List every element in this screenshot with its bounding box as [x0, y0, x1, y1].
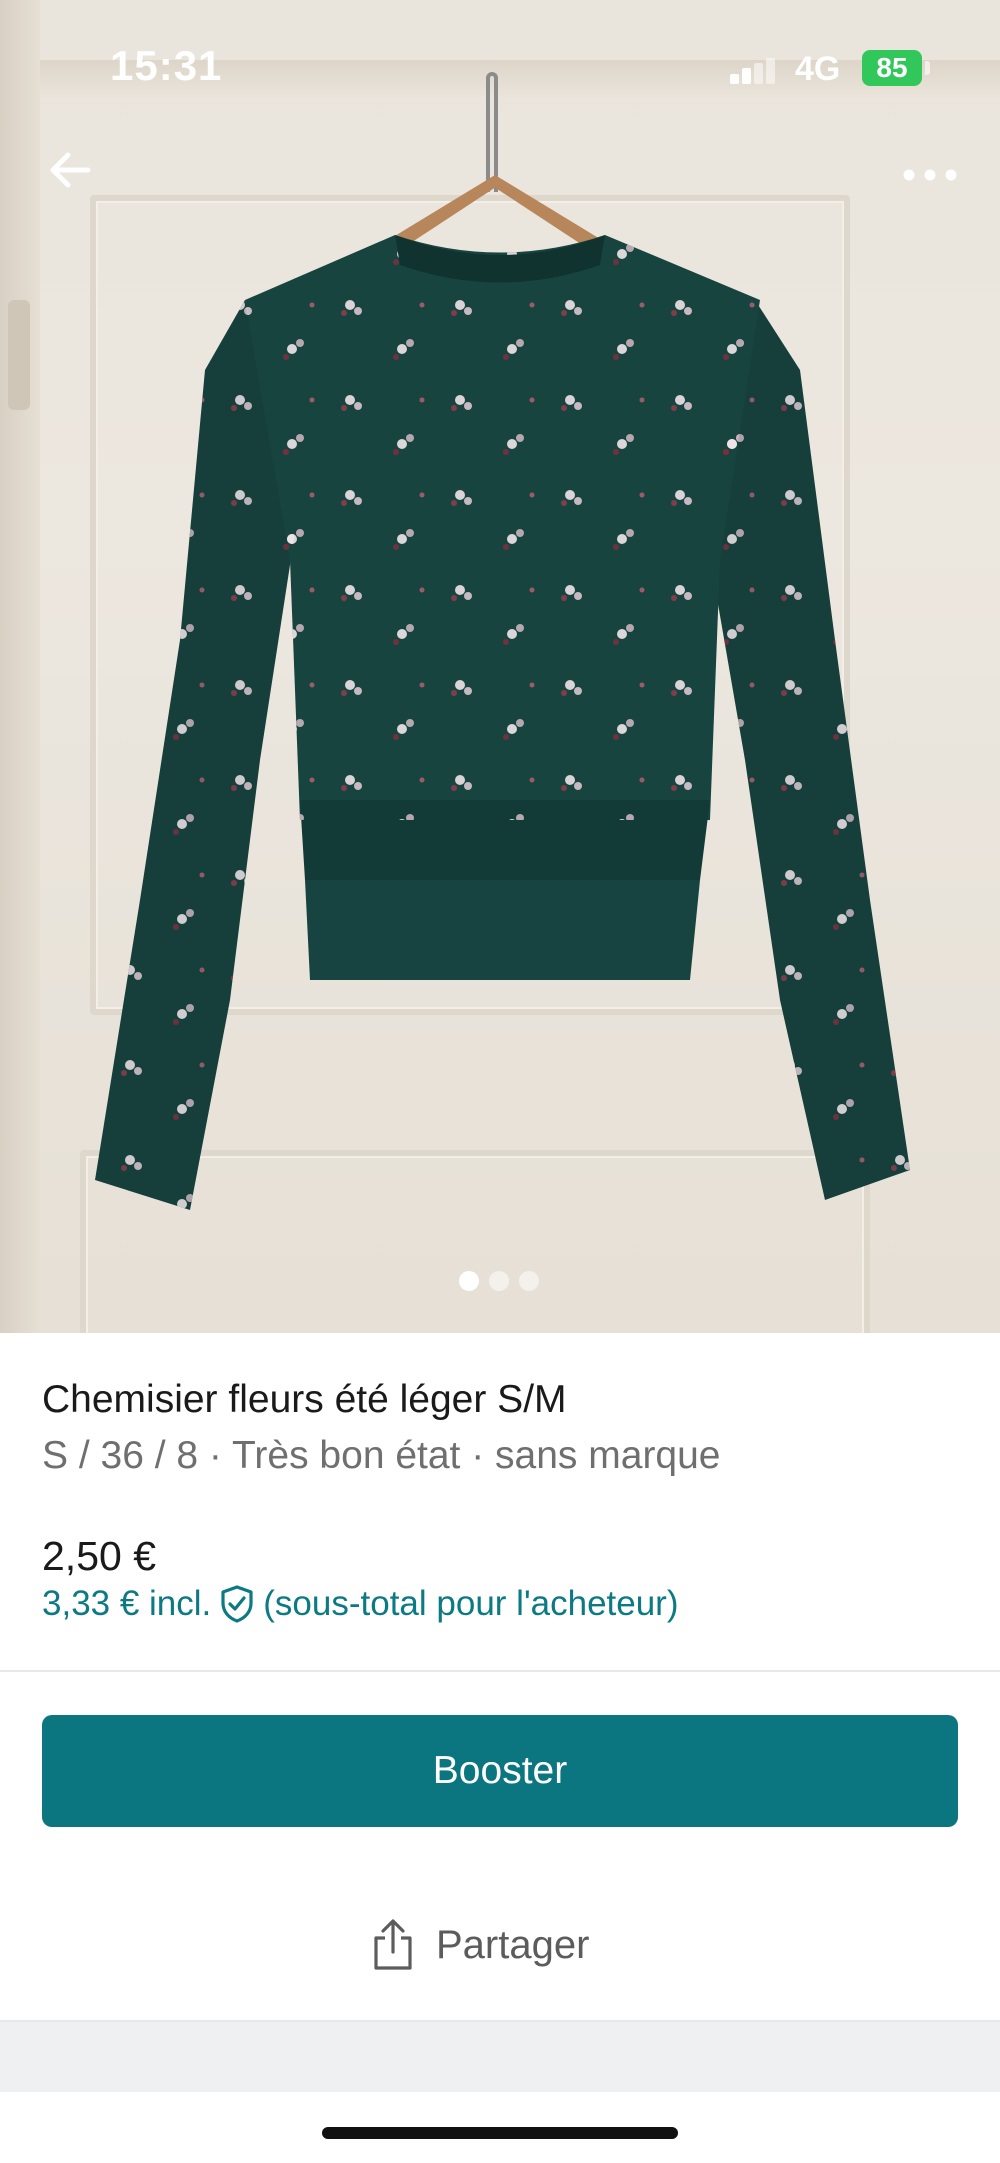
- photo-page-dot-2[interactable]: [489, 1271, 509, 1291]
- item-title: Chemisier fleurs été léger S/M: [42, 1378, 567, 1421]
- battery-level: 85: [876, 52, 908, 83]
- photo-page-dot-3[interactable]: [519, 1271, 539, 1291]
- bottom-section-background: [0, 2022, 1000, 2092]
- item-photo[interactable]: [0, 0, 1000, 1333]
- home-indicator[interactable]: [322, 2127, 678, 2139]
- share-button[interactable]: Partager: [370, 1910, 589, 1980]
- divider: [0, 1670, 1000, 1672]
- battery-icon: 85: [862, 50, 922, 86]
- share-icon: [374, 1919, 412, 1970]
- cellular-signal-icon: [730, 58, 776, 84]
- status-bar: 15:31 4G 85: [0, 0, 1000, 135]
- price-incl-note: (sous-total pour l'acheteur): [263, 1584, 679, 1623]
- more-horizontal-icon: [903, 169, 957, 181]
- network-type: 4G: [795, 50, 841, 88]
- floral-blouse-photo: [95, 235, 910, 1210]
- boost-button[interactable]: Booster: [42, 1715, 958, 1827]
- arrow-left-icon: [50, 152, 91, 188]
- back-button[interactable]: [40, 140, 100, 200]
- shield-check-icon: [221, 1585, 253, 1623]
- item-price: 2,50 €: [42, 1533, 156, 1579]
- photo-page-dot-1[interactable]: [459, 1271, 479, 1291]
- buyer-protection-price[interactable]: 3,33 € incl. (sous-total pour l'acheteur…: [42, 1584, 679, 1624]
- battery-tip: [925, 61, 930, 75]
- price-incl-value: 3,33 € incl.: [42, 1584, 212, 1623]
- share-label: Partager: [436, 1922, 590, 1967]
- item-details: S / 36 / 8 · Très bon état · sans marque: [42, 1434, 721, 1477]
- more-options-button[interactable]: [895, 150, 965, 200]
- status-time: 15:31: [110, 42, 223, 89]
